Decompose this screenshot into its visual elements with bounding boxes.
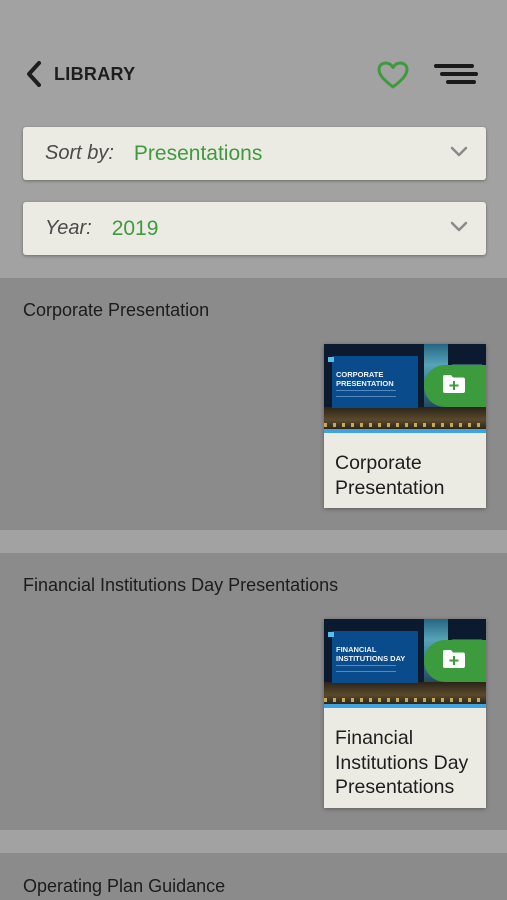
year-label: Year: [45,217,92,239]
library-section: Financial Institutions Day Presentations… [0,553,507,830]
document-thumbnail: CORPORATE PRESENTATION [324,344,486,433]
favorites-button[interactable] [376,60,410,90]
library-section: Corporate Presentation CORPORATE PRESENT… [0,278,507,530]
thumbnail-subtitle-lines [336,665,396,672]
chevron-down-icon [450,145,468,163]
thumbnail-title: CORPORATE PRESENTATION [336,370,394,388]
section-divider [0,830,507,853]
sort-by-label: Sort by: [45,142,114,164]
document-card[interactable]: CORPORATE PRESENTATION Corporate Present… [324,344,486,508]
heart-outline-icon [376,61,410,94]
thumbnail-stripe [324,429,486,433]
sort-by-dropdown[interactable]: Sort by: Presentations [23,127,486,180]
section-divider [0,530,507,553]
top-bar: LIBRARY Sort by: Presentations Year: 201… [0,0,507,278]
year-value: 2019 [111,216,159,240]
section-title: Corporate Presentation [23,300,210,320]
sort-by-value: Presentations [133,141,263,165]
year-dropdown[interactable]: Year: 2019 [23,202,486,255]
folder-plus-icon [442,374,466,399]
back-button[interactable]: LIBRARY [24,58,135,90]
thumbnail-subtitle-lines [336,390,396,397]
document-card[interactable]: FINANCIAL INSTITUTIONS DAY Financial Ins… [324,619,486,808]
document-thumbnail: FINANCIAL INSTITUTIONS DAY [324,619,486,708]
section-title: Financial Institutions Day Presentations [23,575,339,595]
thumbnail-city-lights [324,698,486,702]
thumbnail-logo [328,357,334,362]
add-to-folder-button[interactable] [424,640,486,682]
chevron-down-icon [450,220,468,238]
thumbnail-title: FINANCIAL INSTITUTIONS DAY [336,645,406,663]
folder-plus-icon [442,649,466,674]
thumbnail-logo [328,632,334,637]
thumbnail-city-lights [324,423,486,427]
section-title: Operating Plan Guidance [23,876,226,896]
thumbnail-stripe [324,704,486,708]
menu-button[interactable] [434,62,478,88]
chevron-left-icon [24,60,44,88]
hamburger-menu-icon [434,64,478,92]
document-title: Corporate Presentation [335,452,445,499]
add-to-folder-button[interactable] [424,365,486,407]
document-title: Financial Institutions Day Presentations [335,727,469,798]
library-section: Operating Plan Guidance [0,853,507,900]
back-label: LIBRARY [54,63,136,84]
